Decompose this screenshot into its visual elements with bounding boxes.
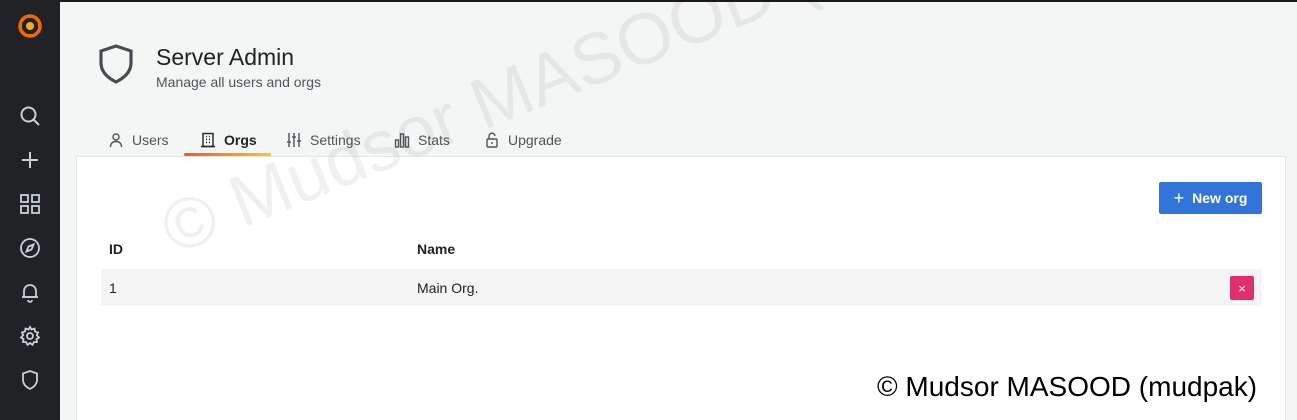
org-name-cell[interactable]: Main Org. (417, 280, 478, 296)
shield-icon[interactable] (0, 360, 60, 400)
column-header-id[interactable]: ID (109, 241, 123, 257)
delete-org-button[interactable]: × (1230, 276, 1254, 300)
tab-stats[interactable]: Stats (394, 124, 450, 156)
bell-icon[interactable] (0, 272, 60, 312)
close-icon: × (1238, 280, 1246, 296)
column-header-name[interactable]: Name (417, 241, 455, 257)
tab-settings[interactable]: Settings (286, 124, 361, 156)
corner-watermark: © Mudsor MASOOD (mudpak) (877, 371, 1258, 402)
tab-users-label: Users (132, 132, 169, 148)
tab-orgs-label: Orgs (224, 132, 257, 148)
page-title: Server Admin (156, 44, 295, 70)
unlock-icon (486, 132, 498, 148)
table-row[interactable]: 1 Main Org. × (101, 269, 1261, 306)
building-icon (201, 132, 215, 148)
tab-orgs[interactable]: Orgs (200, 124, 257, 156)
new-org-label: New org (1192, 190, 1248, 206)
top-border (0, 0, 1297, 2)
tab-stats-label: Stats (418, 132, 450, 148)
tab-settings-label: Settings (310, 132, 361, 148)
new-org-button[interactable]: + New org (1159, 182, 1262, 214)
sliders-icon (287, 133, 301, 147)
user-icon (109, 133, 123, 148)
bar-chart-icon (394, 133, 410, 148)
compass-icon[interactable] (0, 228, 60, 268)
page-shield-icon (97, 43, 135, 85)
search-icon[interactable] (0, 96, 60, 136)
tab-users[interactable]: Users (108, 124, 169, 156)
grafana-logo-icon[interactable] (0, 6, 60, 46)
plus-icon: + (1173, 188, 1185, 208)
page-subtitle: Manage all users and orgs (156, 74, 321, 90)
apps-icon[interactable] (0, 184, 60, 224)
tab-upgrade[interactable]: Upgrade (484, 124, 562, 156)
sidebar (0, 0, 60, 420)
org-id-cell[interactable]: 1 (109, 280, 117, 296)
tab-upgrade-label: Upgrade (508, 132, 562, 148)
cog-icon[interactable] (0, 316, 60, 356)
plus-icon[interactable] (0, 140, 60, 180)
